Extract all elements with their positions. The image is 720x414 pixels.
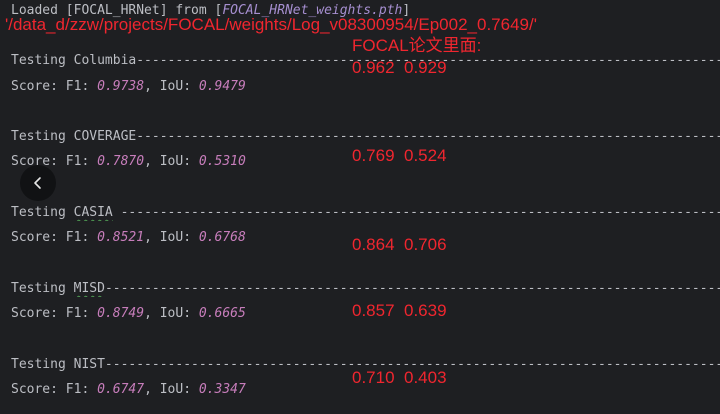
iou-value: 0.5310 [198, 154, 246, 169]
paper-values-casia: 0.864 0.706 [352, 235, 447, 254]
paper-values-coverage: 0.769 0.524 [352, 146, 447, 165]
previous-button[interactable] [20, 165, 56, 201]
test-block-casia: Testing CASIA --------------------------… [0, 205, 720, 221]
f1-value: 0.8749 [97, 306, 145, 321]
separator-dashes: ----------------------------------------… [104, 281, 720, 296]
testing-line: Testing MISD----------------------------… [11, 281, 720, 297]
testing-line: Testing CASIA --------------------------… [11, 205, 720, 221]
score-line: Score: F1: 0.9738, IoU: 0.9479 [11, 79, 246, 94]
iou-value: 0.6768 [198, 230, 246, 245]
iou-value: 0.6665 [198, 306, 246, 321]
score-line: Score: F1: 0.6747, IoU: 0.3347 [11, 382, 246, 397]
score-line: Score: F1: 0.8749, IoU: 0.6665 [11, 306, 246, 321]
f1-value: 0.6747 [97, 382, 145, 397]
dataset-name-misd: MISD [73, 281, 105, 296]
score-line: Score: F1: 0.8521, IoU: 0.6768 [11, 230, 246, 245]
f1-value: 0.7870 [97, 154, 145, 169]
test-block-coverage: Testing COVERAGE------------------------… [0, 129, 720, 145]
f1-value: 0.8521 [97, 230, 145, 245]
paper-values-nist: 0.710 0.403 [352, 368, 447, 387]
testing-line: Testing COVERAGE------------------------… [11, 129, 720, 145]
separator-dashes: ----------------------------------------… [136, 129, 720, 144]
iou-value: 0.9479 [198, 79, 246, 94]
dataset-name-casia: CASIA [73, 205, 113, 220]
separator-dashes: ----------------------------------------… [120, 205, 720, 220]
annotation-path: '/data_d/zzw/projects/FOCAL/weights/Log_… [5, 15, 537, 34]
iou-value: 0.3347 [198, 382, 246, 397]
paper-values-columbia: 0.962 0.929 [352, 58, 447, 77]
chevron-left-icon [34, 177, 41, 189]
f1-value: 0.9738 [97, 79, 145, 94]
paper-values-misd: 0.857 0.639 [352, 301, 447, 320]
test-block-misd: Testing MISD----------------------------… [0, 281, 720, 297]
